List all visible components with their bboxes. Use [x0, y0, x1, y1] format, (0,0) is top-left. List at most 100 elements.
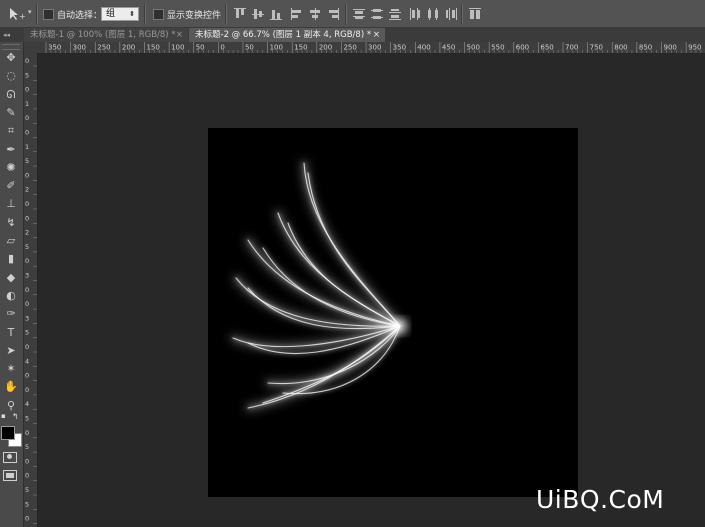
- history-brush-icon[interactable]: ↯: [2, 215, 20, 231]
- distribute-horizontal-centers-button[interactable]: [426, 7, 440, 21]
- screen-mode-icon[interactable]: [3, 470, 17, 481]
- ruler-tick-label: 850: [639, 44, 652, 52]
- healing-icon[interactable]: ✺: [2, 160, 20, 176]
- tab-document-2[interactable]: 未标题-2 @ 66.7% (图层 1 副本 4, RGB/8) * ×: [189, 28, 385, 42]
- pen-icon[interactable]: ✑: [2, 306, 20, 322]
- svg-text:+: +: [19, 12, 26, 21]
- align-right-edges-button[interactable]: [326, 7, 340, 21]
- align-top-edges-button[interactable]: [233, 7, 247, 21]
- hand-icon[interactable]: ✋: [2, 379, 20, 395]
- document-tab-bar: ◂◂ 未标题-1 @ 100% (图层 1, RGB/8) * × 未标题-2 …: [0, 28, 705, 42]
- ruler-tick-label: 300: [368, 44, 381, 52]
- ruler-tick-label: 100: [171, 44, 184, 52]
- tools-panel: ▪ ↰ ✥ ◌ ᘏ ✎ ⌗ ✒ ✺ ✐ ⊥ ↯ ▱ ▮ ◆ ◐ ✑ T ➤ ✶ ✋ ⚲: [0, 42, 24, 527]
- zoom-icon[interactable]: ⚲: [2, 398, 20, 414]
- ruler-tick-label: 300: [73, 44, 86, 52]
- distribute-left-edges-button[interactable]: [408, 7, 422, 21]
- dodge-icon[interactable]: ◐: [2, 288, 20, 304]
- marquee-icon[interactable]: ◌: [2, 68, 20, 84]
- align-left-edges-button[interactable]: [290, 7, 304, 21]
- ruler-origin[interactable]: [24, 42, 38, 53]
- ruler-tick-label: 5: [25, 329, 29, 337]
- feather-stroke: [262, 325, 401, 404]
- ruler-tick-label: 0: [25, 472, 29, 480]
- ruler-tick-label: 5: [25, 486, 29, 494]
- ruler-tick-label: 450: [442, 44, 455, 52]
- auto-select-dropdown[interactable]: 组 ⬍: [101, 7, 139, 21]
- ruler-tick-label: 0: [25, 86, 29, 94]
- ruler-tick-label: 2: [25, 229, 29, 237]
- stamp-icon[interactable]: ⊥: [2, 196, 20, 212]
- ruler-tick-label: 3: [25, 314, 29, 322]
- eraser-icon[interactable]: ▱: [2, 233, 20, 249]
- ruler-tick-label: 5: [25, 443, 29, 451]
- close-tab-icon[interactable]: ×: [176, 28, 183, 42]
- eyedropper-icon[interactable]: ✒: [2, 142, 20, 158]
- light-wing-artwork: [230, 160, 407, 411]
- ruler-tick-label: 0: [25, 300, 29, 308]
- ruler-tick-label: 0: [25, 129, 29, 137]
- ruler-tick-label: 600: [516, 44, 529, 52]
- chevron-down-icon: ▾: [28, 8, 32, 16]
- foreground-color-swatch[interactable]: [1, 426, 15, 440]
- auto-select-value: 组: [106, 9, 116, 19]
- distribute-top-edges-button[interactable]: [352, 7, 366, 21]
- ruler-tick-label: 650: [540, 44, 553, 52]
- gradient-icon[interactable]: ▮: [2, 251, 20, 267]
- auto-align-layers-button[interactable]: [468, 7, 482, 21]
- document-canvas[interactable]: [208, 128, 578, 497]
- ruler-tick-label: 350: [393, 44, 406, 52]
- horizontal-ruler[interactable]: 350 300 250 200 150 100 50 0 50 100 150 200 250 300 35…: [38, 42, 705, 54]
- ruler-tick-label: 50: [245, 44, 254, 52]
- ruler-tick-label: 350: [48, 44, 61, 52]
- ruler-tick-label: 0: [25, 343, 29, 351]
- lasso-icon[interactable]: ᘏ: [2, 87, 20, 103]
- auto-select-checkbox[interactable]: [43, 9, 54, 20]
- vertical-ruler[interactable]: 0 5 0 1 0 0 1 5 0 2 0 0 2 5 0 3 0 0 3 5 0 4 0 0 4 5 0 5 0 0 5 5 0: [24, 53, 38, 527]
- show-transform-checkbox[interactable]: [153, 9, 164, 20]
- ruler-tick-label: 700: [565, 44, 578, 52]
- ruler-tick-label: 250: [343, 44, 356, 52]
- panel-collapse-icon[interactable]: ◂◂: [3, 31, 10, 39]
- ruler-tick-label: 4: [25, 357, 29, 365]
- ruler-tick-label: 400: [417, 44, 430, 52]
- ruler-tick-label: 0: [25, 286, 29, 294]
- ruler-tick-label: 900: [664, 44, 677, 52]
- align-horizontal-centers-button[interactable]: [308, 7, 322, 21]
- options-bar: + ▾ 自动选择： 组 ⬍ 显示变换控件: [0, 0, 705, 28]
- distribute-vertical-centers-button[interactable]: [370, 7, 384, 21]
- brush-icon[interactable]: ✐: [2, 178, 20, 194]
- quick-mask-icon[interactable]: [3, 452, 17, 463]
- close-tab-icon[interactable]: ×: [373, 28, 380, 42]
- crop-icon[interactable]: ⌗: [2, 123, 20, 139]
- ruler-tick-label: 800: [614, 44, 627, 52]
- ruler-tick-label: 0: [25, 386, 29, 394]
- ruler-tick-label: 0: [25, 114, 29, 122]
- ruler-tick-label: 5: [25, 500, 29, 508]
- ruler-tick-label: 2: [25, 186, 29, 194]
- ruler-tick-label: 750: [590, 44, 603, 52]
- ruler-tick-label: 150: [294, 44, 307, 52]
- align-bottom-edges-button[interactable]: [269, 7, 283, 21]
- ruler-tick-label: 200: [122, 44, 135, 52]
- type-icon[interactable]: T: [2, 325, 20, 341]
- tab-document-1[interactable]: 未标题-1 @ 100% (图层 1, RGB/8) * ×: [24, 28, 188, 42]
- distribute-right-edges-button[interactable]: [444, 7, 458, 21]
- ruler-tick-label: 0: [220, 44, 224, 52]
- tab-label: 未标题-2 @ 66.7% (图层 1 副本 4, RGB/8) *: [195, 30, 372, 40]
- ruler-tick-label: 4: [25, 400, 29, 408]
- ruler-tick-label: 0: [25, 57, 29, 65]
- ruler-tick-label: 5: [25, 71, 29, 79]
- blur-icon[interactable]: ◆: [2, 270, 20, 286]
- tool-preset-picker[interactable]: + ▾: [6, 6, 34, 22]
- shape-icon[interactable]: ✶: [2, 361, 20, 377]
- align-vertical-centers-button[interactable]: [251, 7, 265, 21]
- move-tool-icon: +: [10, 8, 26, 21]
- ruler-tick-label: 1: [25, 143, 29, 151]
- quick-select-icon[interactable]: ✎: [2, 105, 20, 121]
- distribute-bottom-edges-button[interactable]: [388, 7, 402, 21]
- ruler-tick-label: 0: [25, 515, 29, 523]
- path-select-icon[interactable]: ➤: [2, 343, 20, 359]
- ruler-tick-label: 200: [319, 44, 332, 52]
- move-icon[interactable]: ✥: [2, 50, 20, 66]
